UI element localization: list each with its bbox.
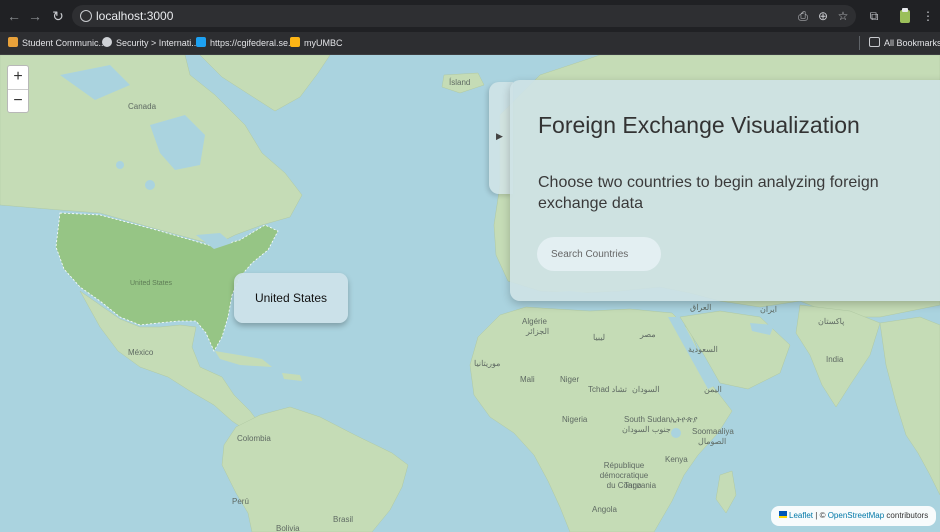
map-label-mali: Mali — [520, 375, 535, 384]
map-label-mexico: México — [128, 348, 154, 357]
menu-kebab-icon[interactable]: ⋮ — [920, 8, 936, 24]
back-icon[interactable]: ← — [6, 8, 22, 24]
map-label-angola: Angola — [592, 505, 617, 514]
folder-icon — [869, 37, 880, 47]
map-label-somalia-ar: الصومال — [698, 437, 727, 446]
attribution-separator: | © — [815, 511, 826, 520]
map-label-algerie: Algérie — [522, 317, 547, 326]
leaflet-link[interactable]: Leaflet — [789, 511, 813, 520]
map-label-india: India — [826, 355, 844, 364]
browser-toolbar: ← → ↻ localhost:3000 ⎙ ⊕ ☆ ⧉ ⋮ — [0, 0, 940, 32]
map-attribution: Leaflet | © OpenStreetMap contributors — [771, 506, 937, 526]
map-label-brasil: Brasil — [333, 515, 354, 524]
bookmarks-bar: Student Communic... Security > Internati… — [0, 32, 940, 55]
attribution-contributors: contributors — [886, 511, 929, 520]
ukraine-flag-icon — [779, 511, 787, 518]
zoom-in-button[interactable]: + — [8, 66, 28, 90]
map-label-sudan: السودان — [632, 385, 660, 394]
map-label-iraq: العراق — [690, 303, 712, 312]
map-label-peru: Perú — [232, 497, 249, 506]
bookmark-favicon-icon — [8, 37, 18, 47]
page-title: Foreign Exchange Visualization — [538, 112, 860, 138]
map-label-yemen: اليمن — [704, 385, 722, 394]
map-label-kenya: Kenya — [665, 455, 688, 464]
map-label-united-states: United States — [130, 280, 173, 287]
map-label-ethiopia: ኢትዮጵያ — [670, 415, 698, 424]
map-label-mauritania: موريتانيا — [474, 359, 501, 368]
map-label-libya: ليبيا — [593, 333, 606, 342]
bookmark-student-communications[interactable]: Student Communic... — [8, 35, 106, 51]
site-info-icon[interactable] — [80, 10, 92, 22]
country-search-input[interactable] — [537, 237, 661, 271]
globe-icon — [102, 37, 112, 47]
install-app-icon[interactable]: ⎙ — [795, 8, 811, 24]
map-label-south-sudan-ar: جنوب السودان — [622, 425, 671, 434]
map-label-south-sudan: South Sudan — [624, 415, 671, 424]
bookmark-cgifederal[interactable]: https://cgifederal.se... — [196, 35, 296, 51]
zoom-control: + − — [7, 65, 29, 113]
map-label-saudi: السعودية — [688, 345, 718, 354]
country-hover-tooltip: United States — [234, 273, 348, 323]
map-label-iran: ایران — [760, 305, 777, 314]
bookmark-favicon-icon — [196, 37, 206, 47]
bookmark-star-icon[interactable]: ☆ — [835, 8, 851, 24]
map-label-pakistan: پاکستان — [818, 317, 845, 326]
bookmarks-divider — [859, 36, 860, 50]
map-label-niger: Niger — [560, 375, 580, 384]
zoom-out-button[interactable]: − — [8, 90, 28, 113]
openstreetmap-link[interactable]: OpenStreetMap — [828, 511, 884, 520]
expand-arrow-icon[interactable]: ▶ — [496, 131, 503, 142]
profile-icon[interactable] — [897, 8, 913, 24]
panel-instructions: Choose two countries to begin analyzing … — [538, 174, 879, 212]
map-label-island: Ísland — [449, 78, 471, 87]
map-label-algerie-ar: الجزائر — [526, 327, 550, 336]
map-label-nigeria: Nigeria — [562, 415, 588, 424]
map-label-egypt: مصر — [640, 330, 656, 339]
bookmark-myumbc[interactable]: myUMBC — [290, 35, 343, 51]
reload-icon[interactable]: ↻ — [50, 8, 66, 24]
forward-icon[interactable]: → — [27, 8, 43, 24]
bookmark-favicon-icon — [290, 37, 300, 47]
world-map[interactable]: Canada United States México Colombia Per… — [0, 55, 940, 532]
extensions-icon[interactable]: ⧉ — [866, 8, 882, 24]
map-label-canada: Canada — [128, 102, 157, 111]
map-label-colombia: Colombia — [237, 434, 271, 443]
map-label-tchad: Tchad تشاد — [588, 385, 627, 394]
url-text: localhost:3000 — [96, 9, 174, 23]
all-bookmarks-button[interactable]: All Bookmarks — [869, 35, 940, 51]
map-label-tanzania: Tanzania — [624, 481, 657, 490]
map-label-somalia: Soomaaliya — [692, 427, 734, 436]
zoom-icon[interactable]: ⊕ — [815, 8, 831, 24]
fx-control-panel: Foreign Exchange Visualization Choose tw… — [510, 80, 940, 301]
map-label-bolivia: Bolivia — [276, 524, 300, 532]
bookmark-security-international[interactable]: Security > Internati... — [102, 35, 199, 51]
address-bar[interactable]: localhost:3000 — [72, 5, 856, 27]
